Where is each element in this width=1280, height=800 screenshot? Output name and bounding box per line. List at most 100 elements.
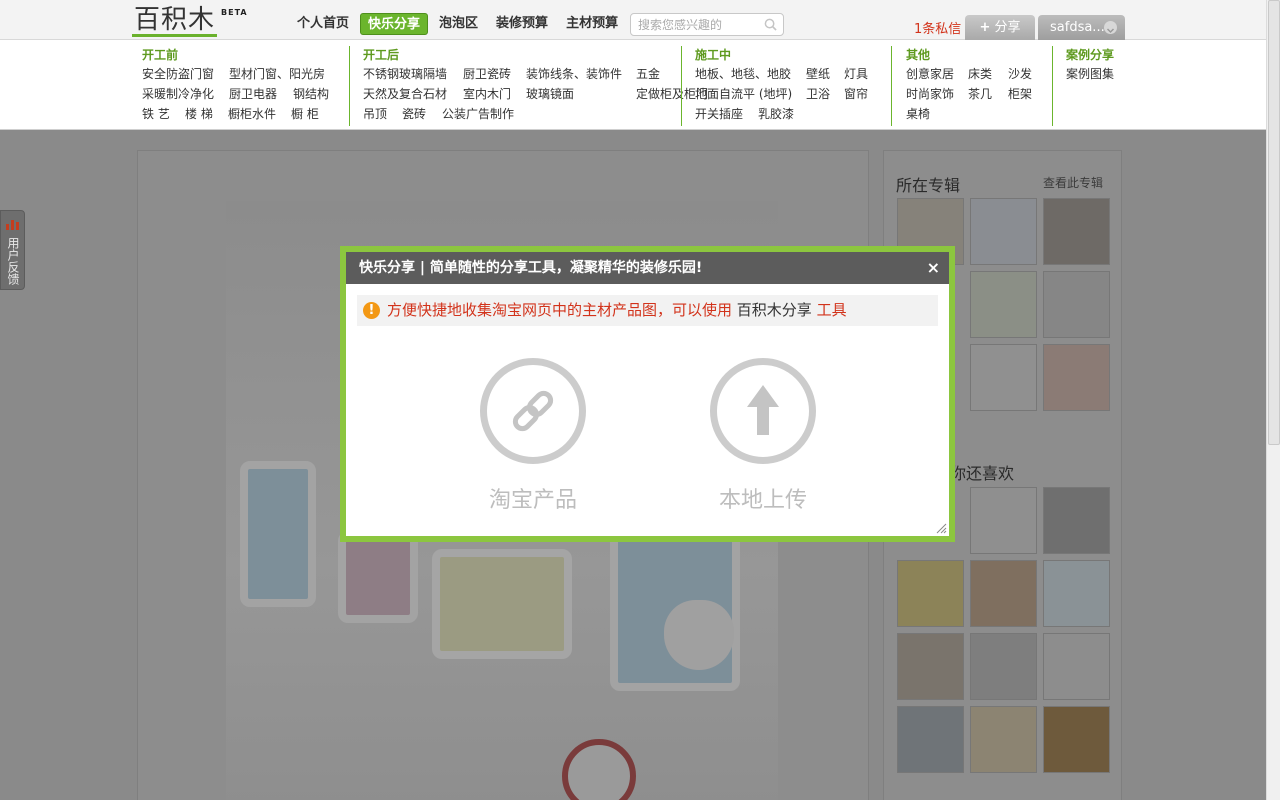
category-link[interactable]: 壁纸 — [806, 66, 844, 82]
logo-text[interactable]: 百积木 — [132, 6, 218, 37]
shelf-box — [432, 549, 572, 659]
category-link[interactable]: 型材门窗、阳光房 — [229, 66, 333, 82]
category-link[interactable]: 天然及复合石材 — [363, 86, 463, 102]
category-title[interactable]: 案例分享 — [1066, 46, 1114, 64]
local-upload-label: 本地上传 — [718, 488, 807, 513]
album-thumb[interactable] — [1043, 344, 1110, 411]
feedback-tab[interactable]: 用户反馈 — [0, 210, 25, 290]
nav-bubble-zone[interactable]: 泡泡区 — [432, 13, 485, 35]
category-title[interactable]: 施工中 — [695, 46, 874, 64]
chevron-down-icon — [1104, 21, 1117, 34]
category-links-row3: 铁 艺 楼 梯 橱柜水件 橱 柜 — [142, 106, 333, 122]
category-link[interactable]: 不锈钢玻璃隔墙 — [363, 66, 463, 82]
recommend-thumb[interactable] — [970, 560, 1037, 627]
vase-decoration — [664, 600, 734, 670]
shelf-box — [240, 461, 316, 607]
category-link[interactable]: 定做柜及柜门 — [636, 86, 708, 102]
recommend-thumb[interactable] — [1043, 706, 1110, 773]
tip-text: 方便快捷地收集淘宝网页中的主材产品图，可以使用 — [387, 301, 733, 319]
category-link[interactable]: 地板、地毯、地胶 — [695, 66, 806, 82]
taobao-product-option[interactable]: 淘宝产品 — [463, 358, 603, 514]
recommend-thumb[interactable] — [970, 706, 1037, 773]
category-link[interactable]: 玻璃镜面 — [526, 86, 636, 102]
recommend-thumb[interactable] — [1043, 560, 1110, 627]
search-input[interactable] — [631, 14, 757, 35]
category-title[interactable]: 其他 — [906, 46, 1038, 64]
category-link[interactable]: 窗帘 — [844, 86, 874, 102]
album-thumb[interactable] — [970, 271, 1037, 338]
category-link[interactable]: 床类 — [968, 66, 1008, 82]
recommend-thumb[interactable] — [897, 633, 964, 700]
category-link[interactable]: 橱 柜 — [291, 106, 331, 122]
album-thumb[interactable] — [970, 198, 1037, 265]
page-scrollbar[interactable] — [1266, 0, 1280, 800]
category-link[interactable]: 橱柜水件 — [228, 106, 291, 122]
category-link[interactable]: 厨卫瓷砖 — [463, 66, 526, 82]
user-menu-button[interactable]: safdsa... — [1038, 15, 1125, 40]
category-link[interactable]: 乳胶漆 — [758, 106, 818, 122]
album-thumb[interactable] — [1043, 271, 1110, 338]
category-link[interactable]: 公装广告制作 — [442, 106, 542, 122]
recommend-thumb[interactable] — [970, 633, 1037, 700]
album-thumb[interactable] — [970, 344, 1037, 411]
category-link[interactable]: 五金 — [636, 66, 666, 82]
nav-material-budget[interactable]: 主材预算 — [559, 13, 625, 35]
category-link[interactable]: 茶几 — [968, 86, 1008, 102]
view-album-link[interactable]: 查看此专辑 — [1043, 174, 1103, 191]
share-modal-body: 快乐分享 | 简单随性的分享工具，凝聚精华的装修乐园! × ! 方便快捷地收集淘… — [346, 252, 949, 536]
category-link[interactable]: 桌椅 — [906, 106, 968, 122]
divider — [891, 46, 892, 126]
category-links-row3: 开关插座 乳胶漆 — [695, 106, 874, 122]
category-link[interactable]: 厨卫电器 — [229, 86, 293, 102]
site-logo[interactable]: 百积木 BETA — [132, 6, 248, 37]
category-link[interactable]: 钢结构 — [293, 86, 333, 102]
modal-header: 快乐分享 | 简单随性的分享工具，凝聚精华的装修乐园! × — [346, 252, 949, 284]
category-link[interactable]: 楼 梯 — [185, 106, 228, 122]
plus-icon: + — [979, 20, 991, 35]
recommend-thumb[interactable] — [897, 560, 964, 627]
main-nav: 个人首页 快乐分享 泡泡区 装修预算 主材预算 — [290, 13, 629, 35]
nav-happy-share[interactable]: 快乐分享 — [360, 13, 429, 35]
nav-personal-home[interactable]: 个人首页 — [290, 13, 356, 35]
local-upload-option[interactable]: 本地上传 — [693, 358, 833, 514]
album-thumb[interactable] — [1043, 198, 1110, 265]
tip-brand-share: 百积木分享 — [736, 301, 812, 319]
tip-banner: ! 方便快捷地收集淘宝网页中的主材产品图，可以使用 百积木分享 工具 — [357, 295, 938, 326]
bar-chart-icon — [6, 218, 20, 230]
category-title[interactable]: 开工后 — [363, 46, 666, 64]
top-bar: 百积木 BETA 个人首页 快乐分享 泡泡区 装修预算 主材预算 1条私信 + … — [0, 0, 1266, 40]
category-link[interactable]: 铁 艺 — [142, 106, 185, 122]
category-link[interactable]: 时尚家饰 — [906, 86, 968, 102]
category-menu: 开工前 安全防盗门窗 型材门窗、阳光房 采暖制冷净化 厨卫电器 钢结构 铁 艺 … — [0, 40, 1266, 130]
share-button[interactable]: + 分享 — [965, 15, 1035, 40]
category-link[interactable]: 沙发 — [1008, 66, 1038, 82]
close-icon[interactable]: × — [927, 252, 940, 284]
category-link[interactable]: 室内木门 — [463, 86, 526, 102]
category-link[interactable]: 创意家居 — [906, 66, 968, 82]
category-link[interactable]: 瓷砖 — [402, 106, 442, 122]
username: safdsa... — [1050, 20, 1105, 35]
nav-renovation-budget[interactable]: 装修预算 — [489, 13, 555, 35]
resize-handle-icon[interactable] — [935, 522, 947, 534]
category-title[interactable]: 开工前 — [142, 46, 333, 64]
category-link[interactable]: 吊顶 — [363, 106, 402, 122]
category-link[interactable]: 卫浴 — [806, 86, 844, 102]
category-link[interactable]: 安全防盗门窗 — [142, 66, 229, 82]
search-icon[interactable] — [764, 18, 777, 31]
category-link[interactable]: 采暖制冷净化 — [142, 86, 229, 102]
recommend-thumb[interactable] — [970, 487, 1037, 554]
private-messages-link[interactable]: 1条私信 — [914, 18, 961, 37]
scrollbar-thumb[interactable] — [1268, 0, 1280, 445]
divider — [1052, 46, 1053, 126]
category-link[interactable]: 开关插座 — [695, 106, 758, 122]
recommend-thumb[interactable] — [1043, 633, 1110, 700]
category-link[interactable]: 柜架 — [1008, 86, 1038, 102]
category-link[interactable]: 装饰线条、装饰件 — [526, 66, 636, 82]
recommend-thumb[interactable] — [1043, 487, 1110, 554]
category-link[interactable]: 灯具 — [844, 66, 874, 82]
recommend-thumb[interactable] — [897, 706, 964, 773]
category-link[interactable]: 地面自流平 (地坪) — [695, 86, 806, 102]
tip-tool-link[interactable]: 工具 — [817, 301, 847, 319]
divider — [349, 46, 350, 126]
category-link[interactable]: 案例图集 — [1066, 66, 1114, 82]
